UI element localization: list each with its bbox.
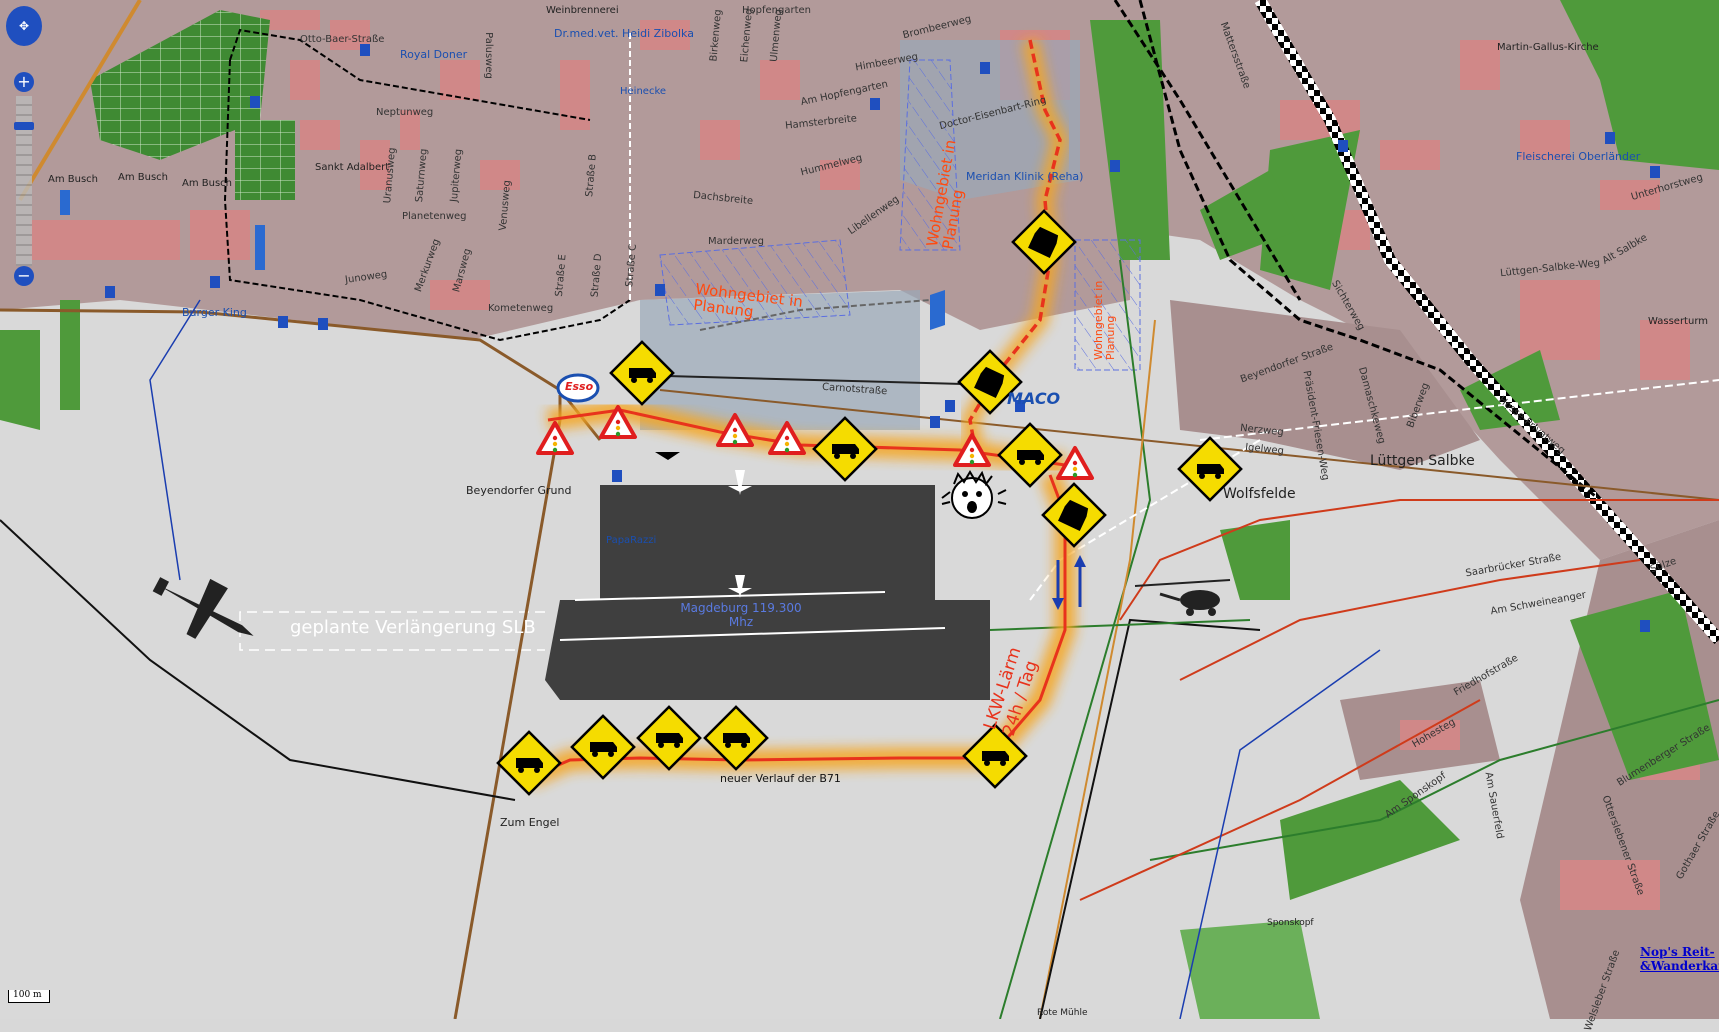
poi-paparazzi: PapaRazzi — [606, 535, 657, 546]
place-beyendorfer-grund: Beyendorfer Grund — [466, 484, 572, 497]
poi-royal-doner: Royal Doner — [400, 48, 468, 61]
street-label: Kometenweg — [488, 303, 554, 314]
street-label: Planetenweg — [402, 211, 467, 222]
street-label: Otto-Baer-Straße — [300, 34, 385, 45]
b71-route-label: neuer Verlauf der B71 — [720, 772, 841, 785]
pan-control[interactable]: ✥ — [6, 6, 42, 46]
planned-residential-label: Wohngebiet in Planung — [1092, 280, 1117, 360]
pond-3 — [60, 190, 70, 215]
esso-label: Esso — [565, 380, 594, 393]
map-zoom-control: ✥ + − — [4, 4, 44, 294]
place-luettgen-salbke: Lüttgen Salbke — [1370, 453, 1475, 469]
green-field-west — [0, 330, 40, 430]
poi-heinecke: Heinecke — [620, 86, 667, 97]
place-wolfsfelde: Wolfsfelde — [1223, 486, 1296, 502]
place-sankt-adalbert: Sankt Adalbert — [315, 162, 390, 173]
pond-1 — [930, 290, 945, 330]
zoom-out-button[interactable]: − — [14, 266, 34, 286]
scale-bar: 100 m — [8, 990, 50, 1003]
street-label: Neptunweg — [376, 107, 434, 118]
place-wasserturm: Wasserturm — [1648, 316, 1708, 327]
poi-meridan-klinik: Meridan Klinik (Reha) — [966, 170, 1084, 183]
place-am-busch: Am Busch — [182, 178, 233, 189]
poi-weinbrennerei: Weinbrennerei — [546, 5, 619, 16]
allotment-gardens-2 — [235, 120, 295, 200]
street-label: Marderweg — [708, 236, 764, 247]
poi-heidi-zibolka: Dr.med.vet. Heidi Zibolka — [554, 27, 694, 40]
green-field-8 — [1180, 920, 1320, 1019]
place-rote-muehle: Rote Mühle — [1037, 1008, 1088, 1018]
airport-apron — [545, 485, 990, 700]
place-zum-engel: Zum Engel — [500, 816, 560, 829]
attribution-link[interactable]: Nop's Reit-&Wanderkarte — [1640, 945, 1719, 973]
place-am-busch: Am Busch — [48, 174, 99, 185]
street-label: Palusweg — [482, 32, 494, 79]
place-martin-gallus-kirche: Martin-Gallus-Kirche — [1497, 42, 1599, 53]
poi-fleischerei: Fleischerei Oberländer — [1516, 150, 1641, 163]
scale-label: 100 m — [13, 990, 42, 1000]
runway-extension-label: geplante Verlängerung SLB — [290, 617, 536, 638]
place-sponskopf: Sponskopf — [1267, 918, 1314, 928]
frequency-label: Magdeburg 119.300 Mhz — [680, 601, 802, 629]
pond-2 — [255, 225, 265, 270]
green-strip-west — [60, 300, 80, 410]
zoom-slider-handle[interactable] — [14, 122, 34, 130]
zoom-in-button[interactable]: + — [14, 72, 34, 92]
place-am-busch: Am Busch — [118, 172, 169, 183]
maco-logo: MACO — [1007, 389, 1061, 408]
poi-burger-king: Burger King — [182, 306, 247, 319]
